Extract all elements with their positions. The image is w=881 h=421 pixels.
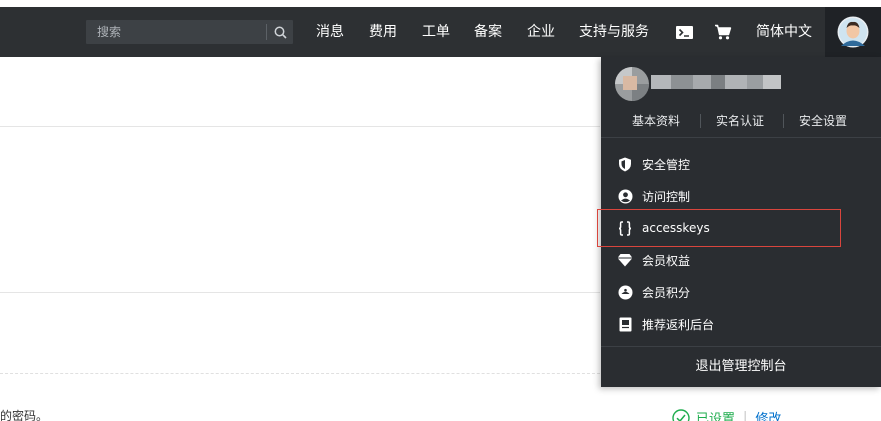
logout-button[interactable]: 退出管理控制台 — [601, 347, 881, 387]
search-divider — [266, 24, 267, 40]
menu-item-label: accesskeys — [642, 221, 710, 235]
link-security-settings[interactable]: 安全设置 — [799, 109, 847, 133]
nav-icp-filing[interactable]: 备案 — [474, 7, 502, 57]
menu-item-access-control[interactable]: 访问控制 — [601, 180, 881, 212]
nav-tickets[interactable]: 工单 — [422, 7, 450, 57]
terminal-button[interactable] — [674, 7, 694, 57]
menu-item-label: 会员权益 — [642, 253, 691, 268]
profile-link-separator — [783, 114, 784, 128]
menu-item-label: 访问控制 — [642, 189, 691, 204]
nav-messages[interactable]: 消息 — [316, 7, 344, 57]
cart-button[interactable] — [712, 7, 734, 57]
dropdown-divider — [601, 137, 881, 138]
password-status: 已设置 | 修改 — [672, 408, 781, 421]
diamond-icon — [617, 252, 633, 268]
avatar — [837, 16, 869, 48]
search-input[interactable] — [86, 20, 266, 44]
password-description: 的密码。 — [0, 409, 49, 421]
shield-icon — [617, 156, 633, 172]
nav-billing[interactable]: 费用 — [369, 7, 397, 57]
dashed-divider — [0, 373, 600, 374]
braces-icon — [617, 220, 633, 236]
search-icon — [274, 26, 287, 39]
check-circle-icon — [672, 408, 690, 421]
document-icon — [617, 316, 633, 332]
profile-links: 基本资料 实名认证 安全设置 — [601, 109, 881, 133]
user-circle-icon — [617, 188, 633, 204]
menu-item-label: 会员积分 — [642, 285, 691, 300]
search-button[interactable] — [268, 20, 293, 44]
link-real-name-verification[interactable]: 实名认证 — [716, 109, 764, 133]
user-dropdown-menu: 基本资料 实名认证 安全设置 安全管控 访问控制 accesskeys 会员权益 — [601, 57, 881, 387]
nav-enterprise[interactable]: 企业 — [527, 7, 555, 57]
dropdown-avatar — [615, 67, 649, 101]
user-avatar-button[interactable] — [825, 7, 881, 57]
menu-item-member-points[interactable]: 会员积分 — [601, 276, 881, 308]
content-divider — [0, 126, 600, 127]
search-box — [86, 20, 293, 44]
cart-icon — [715, 24, 732, 40]
points-icon — [617, 284, 633, 300]
profile-link-separator — [700, 114, 701, 128]
menu-item-referral-rebate[interactable]: 推荐返利后台 — [601, 308, 881, 340]
menu-item-label: 安全管控 — [642, 157, 691, 172]
blurred-username — [651, 75, 781, 89]
menu-item-security-control[interactable]: 安全管控 — [601, 148, 881, 180]
language-switcher[interactable]: 简体中文 — [756, 7, 812, 57]
status-separator: | — [743, 410, 748, 421]
top-strip — [0, 0, 881, 7]
menu-item-label: 推荐返利后台 — [642, 317, 715, 332]
content-divider — [0, 292, 600, 293]
modify-link[interactable]: 修改 — [755, 408, 781, 421]
status-set-label: 已设置 — [696, 412, 736, 421]
menu-item-member-benefits[interactable]: 会员权益 — [601, 244, 881, 276]
link-basic-profile[interactable]: 基本资料 — [632, 109, 680, 133]
terminal-icon — [675, 25, 693, 39]
nav-support-services[interactable]: 支持与服务 — [579, 7, 649, 57]
menu-item-accesskeys[interactable]: accesskeys — [601, 212, 881, 244]
